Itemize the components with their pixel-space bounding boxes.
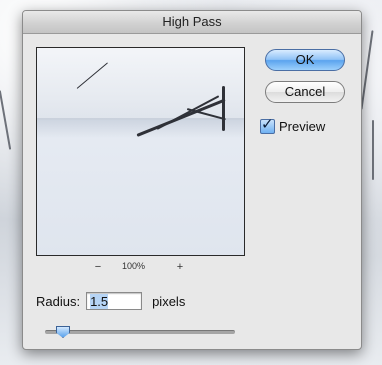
zoom-in-button[interactable]: + (173, 260, 187, 274)
radius-unit: pixels (152, 293, 186, 309)
preview-checkbox[interactable]: ✓ Preview (260, 115, 326, 134)
background-branch (360, 30, 374, 110)
checkmark-icon: ✓ (261, 115, 274, 133)
ok-button[interactable]: OK (265, 49, 345, 71)
radius-label: Radius: (36, 293, 81, 309)
slider-track[interactable] (45, 330, 235, 334)
slider-thumb[interactable] (56, 326, 70, 338)
dialog-title[interactable]: High Pass (23, 11, 361, 34)
radius-value: 1.5 (90, 294, 109, 309)
radius-row: Radius: 1.5 pixels (36, 291, 185, 311)
checkbox-box[interactable]: ✓ (260, 115, 275, 134)
preview-label: Preview (279, 118, 326, 134)
preview-snowy-trees (37, 48, 244, 120)
filter-preview[interactable] (36, 47, 245, 256)
high-pass-dialog: High Pass − 100% + OK Cancel ✓ Preview R… (22, 10, 362, 350)
zoom-out-button[interactable]: − (91, 260, 105, 274)
radius-slider[interactable] (45, 326, 235, 338)
radius-input[interactable]: 1.5 (86, 292, 143, 310)
background-branch (0, 90, 12, 150)
cancel-button[interactable]: Cancel (265, 81, 345, 103)
background-branch (372, 120, 374, 180)
preview-branch (222, 86, 225, 131)
zoom-level: 100% (122, 261, 146, 271)
zoom-controls: − 100% + (36, 260, 245, 274)
